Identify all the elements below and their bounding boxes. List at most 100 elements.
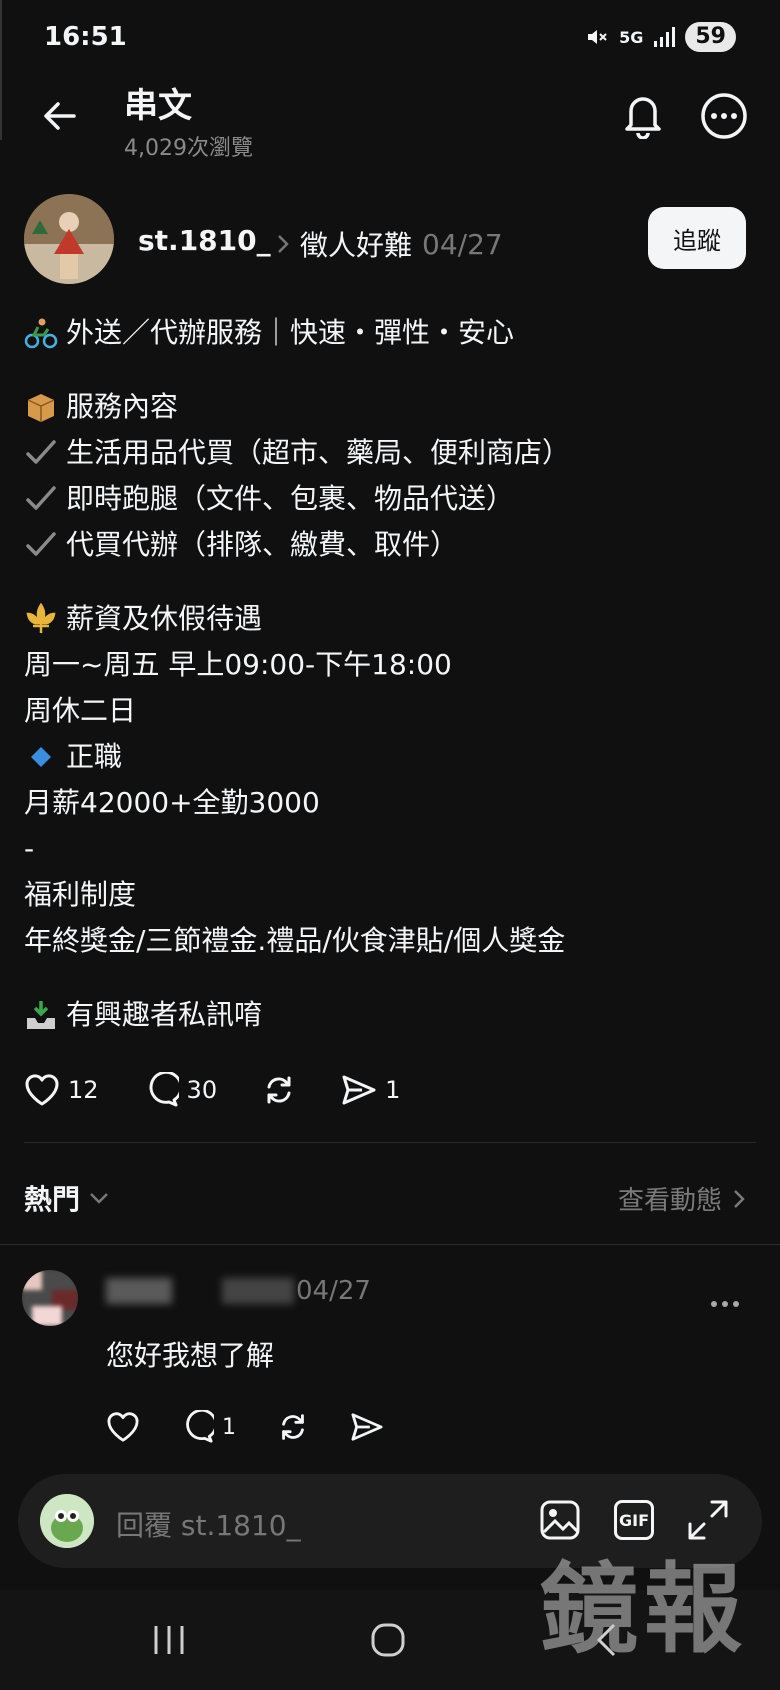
post-line-text: 生活用品代買（超市、藥局、便利商店） (66, 436, 571, 469)
battery-indicator: 59 (685, 22, 736, 52)
sort-label: 熱門 (24, 1183, 81, 1216)
post-line: 即時跑腿（文件、包裹、物品代送） (24, 476, 764, 522)
sort-dropdown[interactable]: 熱門 (24, 1178, 110, 1218)
signal-icon (654, 27, 676, 47)
bike-icon (24, 316, 58, 350)
recent-apps-icon[interactable] (152, 1624, 186, 1656)
package-icon (24, 390, 58, 424)
chevron-down-icon (90, 1193, 108, 1204)
topic-label: 徵人好難 (300, 229, 413, 262)
post-actions: 12 30 1 (24, 1072, 444, 1108)
see-activity-label: 查看動態 (617, 1186, 722, 1216)
diamond-icon (24, 740, 58, 774)
share-count: 1 (385, 1076, 401, 1104)
arrow-left-icon (44, 102, 76, 130)
follow-button[interactable]: 追蹤 (648, 207, 746, 269)
more-horizontal-icon (711, 1301, 739, 1307)
view-count: 4,029次瀏覽 (124, 136, 253, 161)
post-line-text: 福利制度 (24, 878, 137, 911)
post-line: 有興趣者私訊唷 (24, 992, 764, 1038)
post-line-text: 周休二日 (24, 694, 137, 727)
post-line: 薪資及休假待遇 (24, 596, 764, 642)
repost-button[interactable] (261, 1072, 297, 1108)
topic-tag[interactable]: 徵人好難 04/27 (276, 224, 503, 264)
chevron-right-icon (734, 1189, 745, 1208)
post-line-text: 薪資及休假待遇 (66, 602, 263, 635)
heart-icon (25, 1074, 59, 1106)
divider (0, 1244, 780, 1245)
post-line-text: - (24, 832, 35, 865)
back-button[interactable] (36, 92, 84, 140)
inbox-icon (24, 998, 58, 1032)
comment-icon (186, 1410, 214, 1443)
home-icon[interactable] (370, 1622, 406, 1658)
author-name[interactable]: st.1810_ (138, 224, 271, 257)
post-line: 年終獎金/三節禮金.禮品/伙食津貼/個人獎金 (24, 918, 764, 964)
post-line-text: 外送／代辦服務｜快速・彈性・安心 (66, 316, 515, 349)
network-label: 5G (619, 27, 644, 47)
status-bar: 16:51 5G 59 (0, 18, 780, 58)
post-line-text: 有興趣者私訊唷 (66, 998, 263, 1031)
post-line-text: 代買代辦（排隊、繳費、取件） (66, 528, 459, 561)
post-line-text: 服務內容 (66, 390, 179, 423)
comment-reply-count: 1 (222, 1414, 236, 1440)
bell-icon (625, 97, 661, 139)
reply-input[interactable]: 回覆 st.1810_ (116, 1504, 301, 1544)
post-date: 04/27 (422, 227, 503, 261)
see-activity-link[interactable]: 查看動態 (618, 1180, 746, 1217)
status-time: 16:51 (44, 22, 127, 52)
comment-share-button[interactable] (350, 1411, 384, 1443)
commenter-name[interactable]: 04/27 (106, 1276, 371, 1306)
author-avatar[interactable] (24, 194, 114, 284)
comment-like-button[interactable] (106, 1411, 140, 1443)
send-icon (351, 1413, 383, 1441)
watermark-logo: 鏡報 (539, 1552, 748, 1667)
mute-icon (588, 30, 607, 44)
redacted-name (222, 1278, 294, 1304)
post-line: 福利制度 (24, 872, 764, 918)
status-icons: 5G 59 (585, 22, 736, 52)
my-avatar (40, 1494, 94, 1548)
post-line: 外送／代辦服務｜快速・彈性・安心 (24, 310, 764, 356)
comment-icon (149, 1072, 179, 1107)
like-count: 12 (68, 1076, 99, 1104)
comment-reply-button[interactable]: 1 (180, 1410, 236, 1444)
comment-more-button[interactable] (710, 1282, 740, 1315)
share-button[interactable]: 1 (341, 1073, 400, 1107)
post-line: 生活用品代買（超市、藥局、便利商店） (24, 430, 764, 476)
post-line: 周休二日 (24, 688, 764, 734)
post-line: 周一~周五 早上09:00-下午18:00 (24, 642, 764, 688)
post-line: 代買代辦（排隊、繳費、取件） (24, 522, 764, 568)
check-icon (24, 482, 58, 516)
comment-button[interactable]: 30 (143, 1072, 217, 1108)
redacted-name (106, 1278, 172, 1304)
page-title: 串文 (124, 86, 192, 126)
more-options-button[interactable] (698, 90, 750, 142)
repost-icon (282, 1414, 304, 1440)
like-button[interactable]: 12 (24, 1073, 99, 1107)
post-line: - (24, 826, 764, 872)
gif-label: GIF (618, 1510, 649, 1530)
divider (24, 1142, 756, 1143)
post-line: 服務內容 (24, 384, 764, 430)
post-line-text: 周一~周五 早上09:00-下午18:00 (24, 648, 452, 681)
comment-actions: 1 (106, 1410, 424, 1444)
check-icon (24, 528, 58, 562)
post-line-text: 月薪42000+全勤3000 (24, 786, 320, 819)
post-line: 正職 (24, 734, 764, 780)
check-icon (24, 436, 58, 470)
comment-repost-button[interactable] (276, 1410, 310, 1444)
repost-icon (267, 1076, 291, 1104)
notification-button[interactable] (618, 90, 668, 140)
more-circle-icon (701, 93, 747, 139)
commenter-avatar[interactable] (22, 1270, 78, 1326)
comment-date: 04/27 (296, 1276, 371, 1306)
fleur-icon (24, 602, 58, 636)
send-icon (342, 1075, 376, 1105)
post-line-text: 即時跑腿（文件、包裹、物品代送） (66, 482, 515, 515)
post-line: 月薪42000+全勤3000 (24, 780, 764, 826)
comment-text: 您好我想了解 (106, 1339, 275, 1372)
